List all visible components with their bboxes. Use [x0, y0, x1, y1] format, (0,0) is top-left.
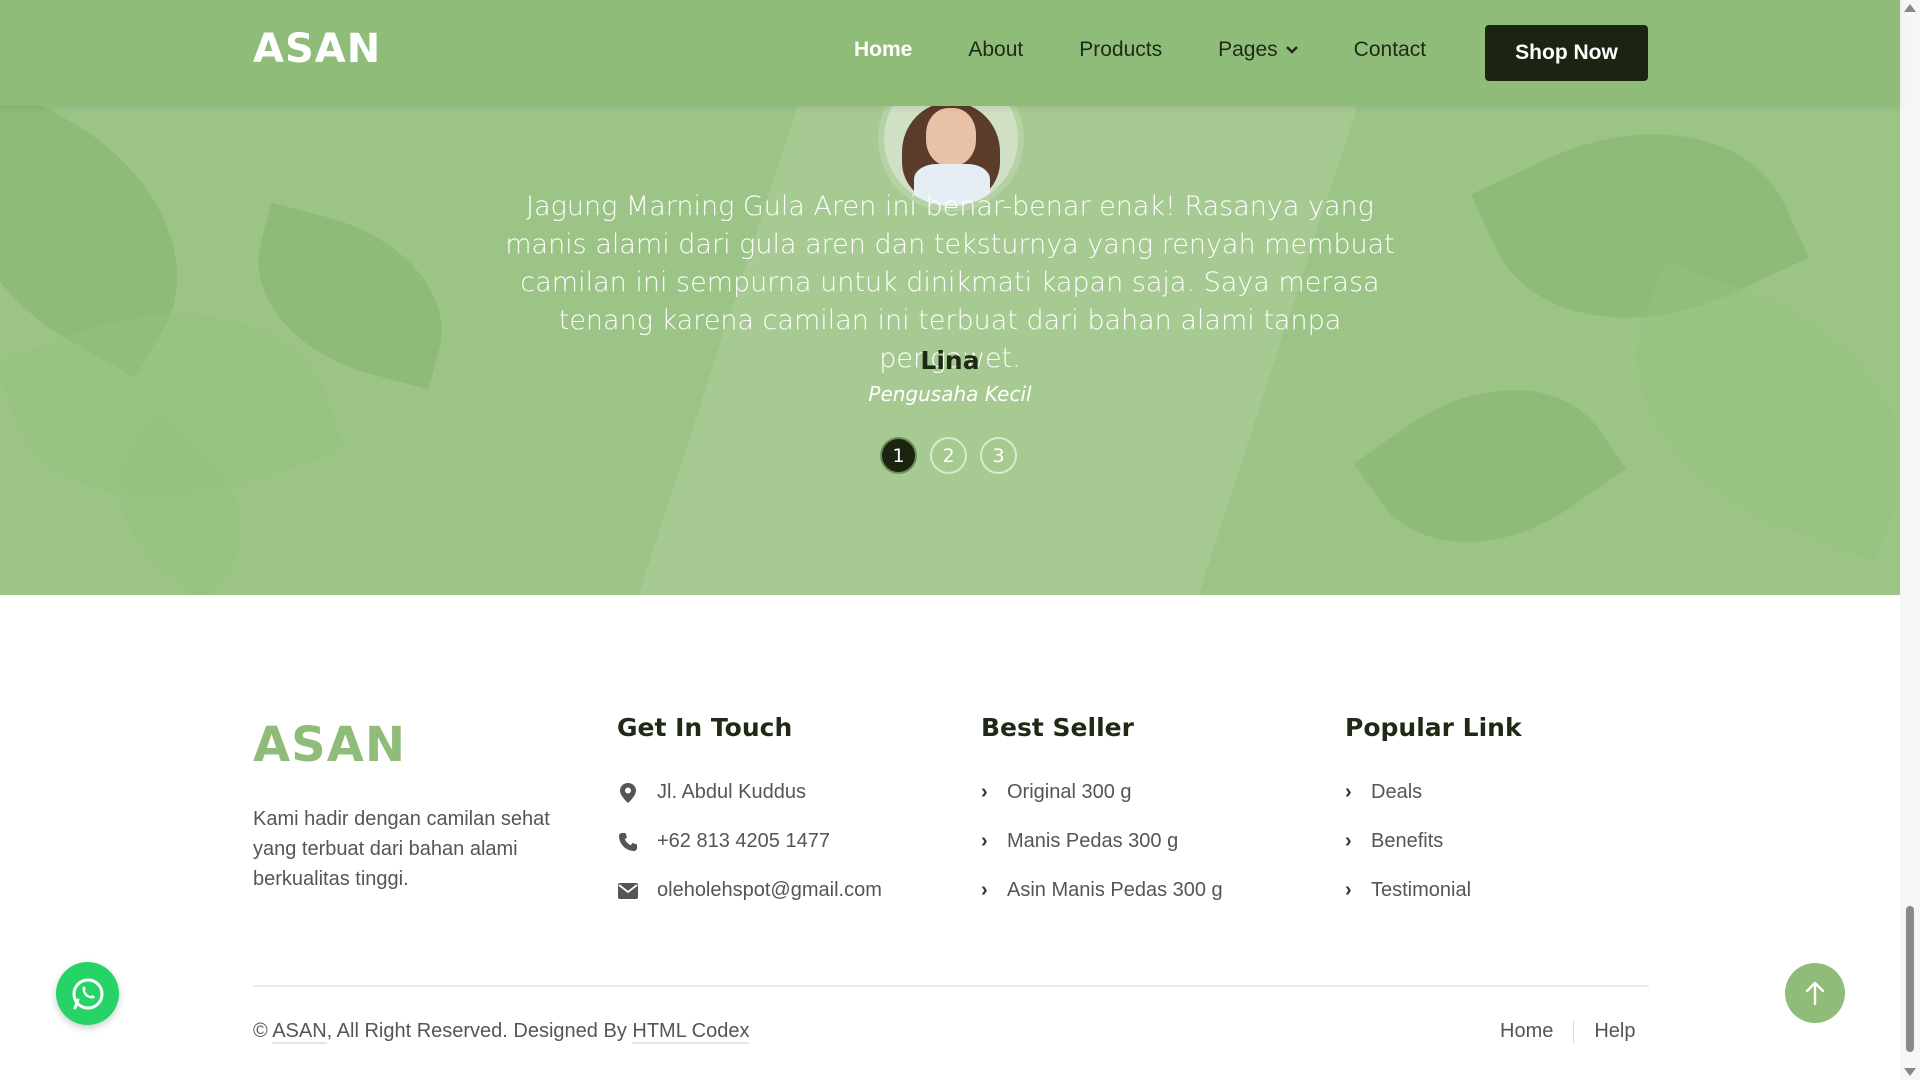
footer-divider — [253, 985, 1649, 987]
get-in-touch-column: Get In Touch Jl. Abdul Kuddus +62 813 42… — [617, 713, 882, 915]
whatsapp-button[interactable] — [56, 962, 119, 1025]
popular-link-label: Benefits — [1371, 830, 1444, 852]
back-to-top-button[interactable] — [1785, 963, 1845, 1023]
footer-links: Home Help — [1500, 1020, 1636, 1044]
nav-contact[interactable]: Contact — [1354, 38, 1426, 62]
page-scrollbar[interactable] — [1900, 0, 1920, 1080]
best-seller-column: Best Seller › Original 300 g › Manis Ped… — [981, 713, 1223, 915]
copyright-symbol: © — [253, 1020, 268, 1042]
popular-link-item[interactable]: › Benefits — [1345, 817, 1522, 866]
scrollbar-thumb[interactable] — [1906, 906, 1914, 1052]
testimonial-section: Jagung Marning Gula Aren ini benar-benar… — [0, 106, 1900, 595]
whatsapp-icon — [72, 978, 103, 1009]
footer-brand[interactable]: ASAN — [253, 717, 406, 773]
nav-about[interactable]: About — [968, 38, 1023, 62]
nav-products[interactable]: Products — [1079, 38, 1162, 62]
chevron-down-icon — [1285, 46, 1298, 54]
best-seller-label: Manis Pedas 300 g — [1007, 830, 1179, 852]
best-seller-item[interactable]: › Manis Pedas 300 g — [981, 817, 1223, 866]
footer-link-separator — [1573, 1020, 1575, 1044]
main-nav: Home About Products Pages Contact — [854, 38, 1482, 62]
scroll-up-arrow[interactable] — [1904, 4, 1916, 12]
email-text[interactable]: oleholehspot@gmail.com — [657, 879, 882, 902]
best-seller-item[interactable]: › Original 300 g — [981, 768, 1223, 817]
copyright: © ASAN, All Right Reserved. Designed By … — [253, 1020, 750, 1044]
avatar-face — [926, 108, 976, 166]
footer-link-home[interactable]: Home — [1500, 1020, 1553, 1044]
chevron-right-icon: › — [981, 830, 988, 852]
footer-link-help[interactable]: Help — [1594, 1020, 1635, 1044]
popular-link-label: Deals — [1371, 781, 1423, 803]
chevron-right-icon: › — [1345, 879, 1352, 901]
address-text: Jl. Abdul Kuddus — [657, 781, 806, 803]
carousel-dot-3[interactable]: 3 — [980, 437, 1017, 474]
navbar: ASAN Home About Products Pages Contact S… — [0, 0, 1900, 106]
phone-row: +62 813 4205 1477 — [617, 817, 882, 866]
best-seller-label: Asin Manis Pedas 300 g — [1007, 879, 1223, 901]
brand-logo[interactable]: ASAN — [253, 26, 381, 72]
popular-link-item[interactable]: › Testimonial — [1345, 866, 1522, 915]
location-pin-icon — [617, 782, 639, 804]
chevron-right-icon: › — [981, 781, 988, 803]
testimonial-author: Lina — [920, 346, 980, 375]
chevron-right-icon: › — [1345, 830, 1352, 852]
popular-link-title: Popular Link — [1345, 713, 1522, 742]
carousel-dots: 1 2 3 — [880, 437, 1017, 474]
carousel-dot-1[interactable]: 1 — [880, 437, 917, 474]
chevron-right-icon: › — [981, 879, 988, 901]
popular-link-column: Popular Link › Deals › Benefits › Testim… — [1345, 713, 1522, 915]
get-in-touch-title: Get In Touch — [617, 713, 793, 742]
best-seller-label: Original 300 g — [1007, 781, 1132, 803]
carousel-dot-2[interactable]: 2 — [930, 437, 967, 474]
nav-home[interactable]: Home — [854, 38, 912, 62]
email-row: oleholehspot@gmail.com — [617, 866, 882, 915]
popular-link-item[interactable]: › Deals — [1345, 768, 1522, 817]
copyright-text: , All Right Reserved. Designed By — [326, 1020, 627, 1042]
copyright-brand-link[interactable]: ASAN — [272, 1020, 327, 1044]
designer-link[interactable]: HTML Codex — [632, 1020, 750, 1044]
nav-pages[interactable]: Pages — [1218, 38, 1298, 62]
phone-text[interactable]: +62 813 4205 1477 — [657, 830, 830, 853]
chevron-right-icon: › — [1345, 781, 1352, 803]
best-seller-item[interactable]: › Asin Manis Pedas 300 g — [981, 866, 1223, 915]
footer-description: Kami hadir dengan camilan sehat yang ter… — [253, 808, 550, 890]
envelope-icon — [617, 880, 639, 902]
popular-link-label: Testimonial — [1371, 879, 1472, 901]
scroll-down-arrow[interactable] — [1904, 1068, 1916, 1076]
testimonial-role: Pengusaha Kecil — [868, 382, 1032, 406]
address-row: Jl. Abdul Kuddus — [617, 768, 882, 817]
nav-pages-label: Pages — [1218, 38, 1278, 61]
best-seller-title: Best Seller — [981, 713, 1134, 742]
shop-now-button[interactable]: Shop Now — [1485, 25, 1648, 81]
phone-icon — [617, 831, 639, 853]
arrow-up-icon — [1805, 981, 1825, 1006]
